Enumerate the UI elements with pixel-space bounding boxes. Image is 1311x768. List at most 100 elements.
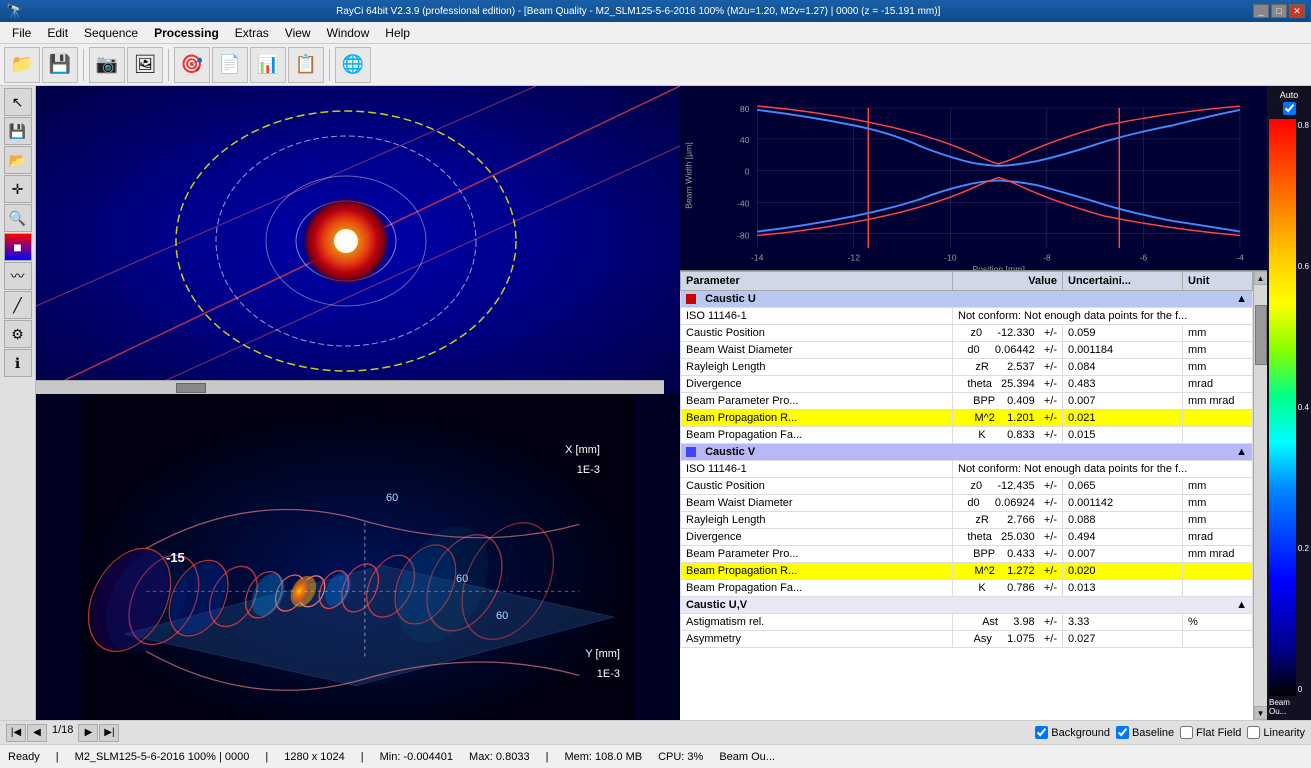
tb-separator-1	[83, 49, 84, 81]
left-tool-panel: ↖ 💾 📂 ✛ 🔍 ■ 〰 ╱ ⚙ ℹ	[0, 86, 36, 720]
tb-camera-button[interactable]: 📷	[89, 47, 125, 83]
svg-text:-80: -80	[737, 230, 750, 240]
col-value: Value	[953, 272, 1063, 291]
status-filename: M2_SLM125-5-6-2016 100% | 0000	[75, 751, 250, 763]
window-controls: _ □ ✕	[1253, 4, 1305, 18]
tool-crosshair[interactable]: ✛	[4, 175, 32, 203]
status-min: Min: -0.004401	[380, 751, 453, 763]
app-icon: 🔭	[6, 3, 23, 20]
linearity-checkbox-item: Linearity	[1247, 726, 1305, 739]
frame-last-button[interactable]: ▶|	[99, 724, 119, 742]
col-uncertainty: Uncertaini...	[1063, 272, 1183, 291]
linearity-label: Linearity	[1263, 727, 1305, 739]
status-sep2: |	[265, 751, 268, 763]
svg-text:-8: -8	[1043, 253, 1051, 263]
divergence-u-row: Divergence theta 25.394 +/- 0.483 mrad	[681, 376, 1253, 393]
m2-v-row: Beam Propagation R... M^2 1.272 +/- 0.02…	[681, 563, 1253, 580]
section-caustic-uv: Caustic U,V ▲	[681, 597, 1253, 614]
menu-help[interactable]: Help	[377, 24, 418, 42]
tb-chart-button[interactable]: 📊	[250, 47, 286, 83]
menu-extras[interactable]: Extras	[227, 24, 277, 42]
val-60c-label: 60	[496, 610, 508, 622]
status-resolution: 1280 x 1024	[284, 751, 345, 763]
frame-first-button[interactable]: |◀	[6, 724, 26, 742]
maximize-button[interactable]: □	[1271, 4, 1287, 18]
title-bar: 🔭 RayCi 64bit V2.3.9 (professional editi…	[0, 0, 1311, 22]
status-ready: Ready	[8, 751, 40, 763]
menu-edit[interactable]: Edit	[39, 24, 76, 42]
rayleigh-u-row: Rayleigh Length zR 2.537 +/- 0.084 mm	[681, 359, 1253, 376]
menu-processing[interactable]: Processing	[146, 24, 227, 42]
y-axis-label: Y [mm]	[585, 648, 620, 660]
colorbar-label-0: 0	[1298, 685, 1309, 694]
tool-arrow[interactable]: ↖	[4, 88, 32, 116]
minimize-button[interactable]: _	[1253, 4, 1269, 18]
tool-settings2[interactable]: ⚙	[4, 320, 32, 348]
colorbar-label-08: 0.8	[1298, 121, 1309, 130]
tool-save2[interactable]: 💾	[4, 117, 32, 145]
menu-sequence[interactable]: Sequence	[76, 24, 146, 42]
tool-line[interactable]: ╱	[4, 291, 32, 319]
close-button[interactable]: ✕	[1289, 4, 1305, 18]
tool-zoom[interactable]: 🔍	[4, 204, 32, 232]
svg-text:0: 0	[745, 167, 750, 177]
right-panel: Caustic Fit	[680, 86, 1267, 720]
colorbar-label-04: 0.4	[1298, 403, 1309, 412]
tool-open2[interactable]: 📂	[4, 146, 32, 174]
tb-image-button[interactable]: 🖼	[127, 47, 163, 83]
caustic-pos-u-row: Caustic Position z0 -12.330 +/- 0.059 mm	[681, 325, 1253, 342]
status-bar: Ready | M2_SLM125-5-6-2016 100% | 0000 |…	[0, 744, 1311, 768]
background-checkbox-item: Background	[1035, 726, 1110, 739]
menu-view[interactable]: View	[277, 24, 319, 42]
flatfield-checkbox[interactable]	[1180, 726, 1193, 739]
collapse-uv-arrow[interactable]: ▲	[1236, 599, 1247, 611]
tb-target-button[interactable]: 🎯	[174, 47, 210, 83]
col-parameter: Parameter	[681, 272, 953, 291]
x-axis-label: X [mm]	[565, 444, 600, 456]
caustic-pos-v-row: Caustic Position z0 -12.435 +/- 0.065 mm	[681, 478, 1253, 495]
baseline-checkbox[interactable]	[1116, 726, 1129, 739]
svg-text:-10: -10	[944, 253, 957, 263]
top-beam-image	[36, 86, 680, 394]
status-sep4: |	[546, 751, 549, 763]
table-header-row: Parameter Value Uncertaini... Unit	[681, 272, 1253, 291]
menu-bar: File Edit Sequence Processing Extras Vie…	[0, 22, 1311, 44]
tool-info[interactable]: ℹ	[4, 349, 32, 377]
svg-text:-4: -4	[1236, 253, 1244, 263]
tool-color[interactable]: ■	[4, 233, 32, 261]
status-sep1: |	[56, 751, 59, 763]
status-sep3: |	[361, 751, 364, 763]
frame-next-button[interactable]: ▶	[78, 724, 98, 742]
control-bar: |◀ ◀ 1/18 ▶ ▶| Background Baseline Flat …	[0, 720, 1311, 744]
data-table-container[interactable]: Parameter Value Uncertaini... Unit Caust…	[680, 271, 1253, 720]
menu-file[interactable]: File	[4, 24, 39, 42]
data-table: Parameter Value Uncertaini... Unit Caust…	[680, 271, 1253, 648]
collapse-u-arrow[interactable]: ▲	[1236, 293, 1247, 305]
tb-open-button[interactable]: 📁	[4, 47, 40, 83]
bottom-3d-image: X [mm] 1E-3 Y [mm] 1E-3 -15 60 60 60	[36, 394, 680, 720]
svg-text:Beam Width [µm]: Beam Width [µm]	[684, 142, 694, 209]
section-caustic-u: Caustic U ▲	[681, 291, 1253, 308]
collapse-v-arrow[interactable]: ▲	[1236, 446, 1247, 458]
frame-prev-button[interactable]: ◀	[27, 724, 47, 742]
auto-label: Auto	[1280, 90, 1299, 100]
background-checkbox[interactable]	[1035, 726, 1048, 739]
auto-checkbox[interactable]	[1283, 102, 1296, 115]
tb-globe-button[interactable]: 🌐	[335, 47, 371, 83]
baseline-checkbox-item: Baseline	[1116, 726, 1174, 739]
status-max: Max: 0.8033	[469, 751, 530, 763]
tb-copy-button[interactable]: 📋	[288, 47, 324, 83]
tool-wave[interactable]: 〰	[4, 262, 32, 290]
table-scrollbar[interactable]: ▲ ▼	[1253, 271, 1267, 720]
svg-text:-40: -40	[737, 198, 750, 208]
bpp-v-row: Beam Parameter Pro... BPP 0.433 +/- 0.00…	[681, 546, 1253, 563]
svg-text:-14: -14	[751, 253, 764, 263]
frame-controls: |◀ ◀ 1/18 ▶ ▶|	[6, 724, 119, 742]
linearity-checkbox[interactable]	[1247, 726, 1260, 739]
svg-text:-6: -6	[1140, 253, 1148, 263]
flatfield-label: Flat Field	[1196, 727, 1241, 739]
tb-doc-button[interactable]: 📄	[212, 47, 248, 83]
menu-window[interactable]: Window	[319, 24, 378, 42]
frame-count-label: 1/18	[48, 724, 77, 742]
tb-save-button[interactable]: 💾	[42, 47, 78, 83]
